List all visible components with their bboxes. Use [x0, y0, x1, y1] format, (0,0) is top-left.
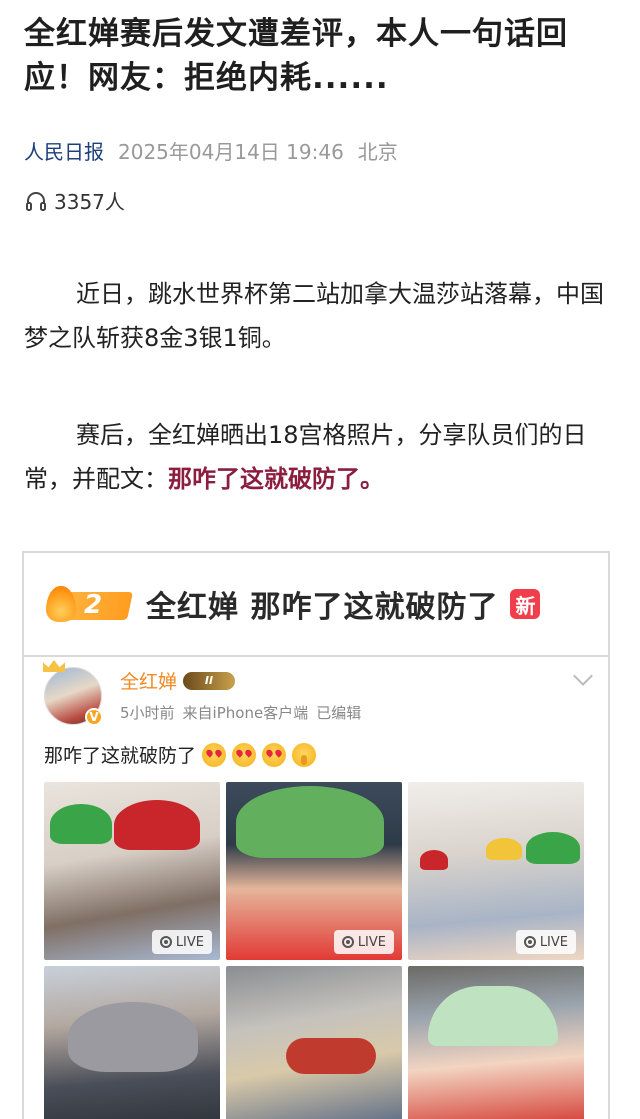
hot-rank-badge: 2: [46, 584, 133, 624]
paragraph-2-highlight: 那咋了这就破防了。: [168, 465, 384, 493]
heart-eyes-emoji-icon: [262, 742, 287, 767]
hot-rank-number: 2: [84, 590, 103, 620]
new-badge: 新: [510, 589, 541, 619]
photo-grid: LIVE LIVE LIVE: [44, 782, 588, 1119]
article-source[interactable]: 人民日报: [24, 136, 104, 165]
level-badge: II: [183, 671, 236, 690]
live-label: LIVE: [539, 934, 568, 950]
crown-icon: [43, 660, 65, 672]
article-title: 全红婵赛后发文遭差评，本人一句话回应！网友：拒绝内耗......: [24, 16, 568, 96]
paragraph-1: 近日，跳水世界杯第二站加拿大温莎站落幕，中国梦之队斩获8金3银1铜。: [24, 280, 604, 352]
embedded-screenshot: 2 全红婵 那咋了这就破防了 新 V 全红婵 II 5小时前 来自iPhone客…: [22, 551, 610, 1119]
weibo-post-meta: 5小时前 来自iPhone客户端 已编辑: [120, 702, 361, 723]
chevron-down-icon: [573, 666, 593, 686]
hot-search-bar: 2 全红婵 那咋了这就破防了 新: [24, 553, 608, 657]
photo: LIVE: [226, 782, 402, 960]
weibo-post-header: V 全红婵 II 5小时前 来自iPhone客户端 已编辑: [43, 660, 593, 733]
live-badge: LIVE: [151, 930, 212, 954]
live-badge: LIVE: [333, 930, 394, 954]
weibo-time: 5小时前: [120, 704, 175, 722]
live-label: LIVE: [175, 934, 204, 950]
live-label: LIVE: [357, 934, 386, 950]
photo: [226, 966, 402, 1119]
live-badge: LIVE: [515, 930, 576, 954]
weibo-user-info: 全红婵 II 5小时前 来自iPhone客户端 已编辑: [120, 667, 361, 723]
hot-topic-title: 全红婵 那咋了这就破防了: [146, 590, 499, 625]
photo: LIVE: [44, 782, 220, 960]
weibo-text-content: 那咋了这就破防了: [44, 745, 197, 767]
live-icon: [523, 936, 536, 948]
weibo-username: 全红婵: [120, 671, 178, 693]
shush-emoji-icon: [292, 742, 317, 767]
weibo-edited: 已编辑: [316, 704, 362, 722]
avatar: V: [43, 660, 103, 726]
photo: [44, 966, 220, 1119]
listen-count-text: 3357人: [54, 190, 125, 214]
weibo-post: V 全红婵 II 5小时前 来自iPhone客户端 已编辑 那咋了这就破防了 L…: [24, 657, 608, 1119]
article-meta: 人民日报 2025年04月14日 19:46 北京: [24, 136, 398, 165]
article-location: 北京: [357, 140, 398, 164]
headphones-icon: [26, 191, 46, 211]
paragraph-2: 赛后，全红婵晒出18宫格照片，分享队员们的日常，并配文：那咋了这就破防了。: [24, 413, 616, 501]
weibo-text: 那咋了这就破防了: [44, 741, 588, 768]
photo: [408, 966, 584, 1119]
photo: LIVE: [408, 782, 584, 960]
article-time: 2025年04月14日 19:46: [118, 140, 344, 164]
v-badge-icon: V: [85, 708, 103, 726]
live-icon: [341, 936, 354, 948]
live-icon: [159, 936, 172, 948]
weibo-client: 来自iPhone客户端: [182, 704, 309, 722]
heart-eyes-emoji-icon: [232, 742, 257, 767]
heart-eyes-emoji-icon: [202, 742, 227, 767]
listen-count[interactable]: 3357人: [24, 186, 125, 215]
